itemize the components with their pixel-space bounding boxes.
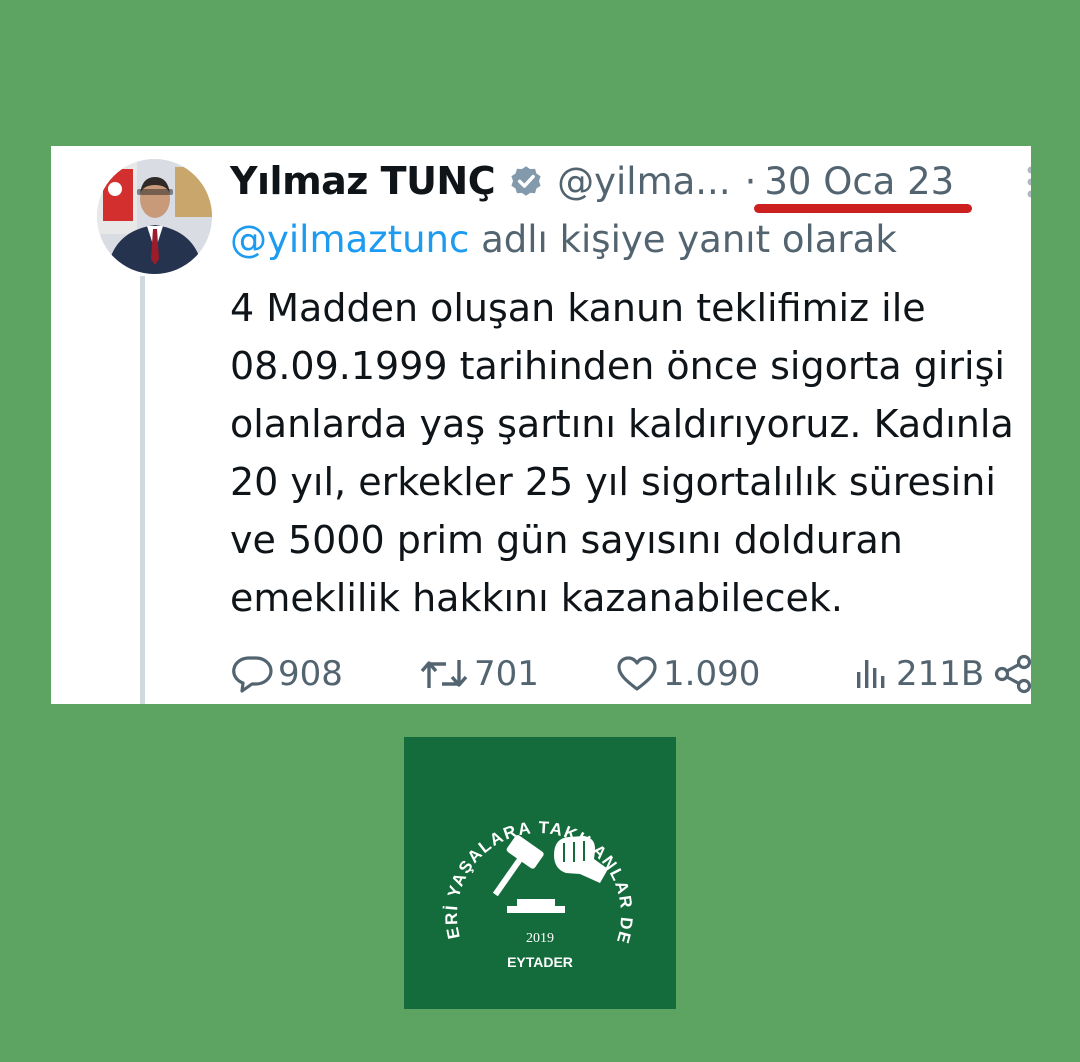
date-highlight-underline bbox=[754, 204, 972, 213]
views-icon bbox=[852, 654, 892, 694]
avatar[interactable] bbox=[97, 159, 212, 274]
like-count: 1.090 bbox=[663, 654, 761, 694]
views-button[interactable]: 211B bbox=[852, 648, 984, 700]
tweet-text-line: ve 5000 prim gün sayısını dolduran bbox=[230, 518, 903, 562]
reply-button[interactable]: 908 bbox=[230, 648, 343, 700]
tweet-text: 4 Madden oluşan kanun teklifimiz ile 08.… bbox=[230, 279, 1031, 627]
tweet-text-line: olanlarda yaş şartını kaldırıyoruz. Kadı… bbox=[230, 402, 1014, 446]
tweet-text-line: 20 yıl, erkekler 25 yıl sigortalılık sür… bbox=[230, 460, 996, 504]
tweet-text-line: emeklilik hakkını kazanabilecek. bbox=[230, 576, 843, 620]
share-button[interactable] bbox=[992, 648, 1031, 700]
thread-line bbox=[140, 276, 145, 704]
author-handle[interactable]: @yilma... bbox=[557, 160, 730, 203]
tweet-actions: 908 701 1.090 211B bbox=[230, 648, 1031, 700]
tweet-date[interactable]: 30 Oca 23 bbox=[764, 160, 954, 203]
like-button[interactable]: 1.090 bbox=[615, 648, 760, 700]
retweet-count: 701 bbox=[474, 654, 539, 694]
reply-mention-link[interactable]: @yilmaztunc bbox=[230, 218, 469, 261]
retweet-button[interactable]: 701 bbox=[418, 648, 539, 700]
views-count: 211B bbox=[896, 654, 985, 694]
retweet-icon bbox=[418, 654, 470, 694]
reply-context: @yilmaztunc adlı kişiye yanıt olarak bbox=[230, 218, 897, 261]
date-separator: · bbox=[744, 159, 757, 203]
tweet-text-line: 4 Madden oluşan kanun teklifimiz ile bbox=[230, 286, 926, 330]
reply-count: 908 bbox=[278, 654, 343, 694]
author-name[interactable]: Yılmaz TUNÇ bbox=[230, 159, 496, 203]
verified-badge-icon bbox=[507, 162, 545, 200]
logo-year: 2019 bbox=[526, 931, 554, 946]
reply-icon bbox=[230, 654, 274, 694]
heart-icon bbox=[615, 654, 659, 694]
more-options-icon[interactable] bbox=[1026, 166, 1031, 202]
share-icon bbox=[992, 653, 1031, 695]
tweet-card[interactable]: Yılmaz TUNÇ @yilma... · 30 Oca 23 @yilma… bbox=[51, 146, 1031, 704]
tweet-text-line: 08.09.1999 tarihinden önce sigorta giriş… bbox=[230, 344, 1005, 388]
logo-abbreviation: EYTADER bbox=[507, 954, 573, 970]
eytader-logo: EMEKLERİ YAŞALARA TAKILANLAR DERNEĞİ 201… bbox=[396, 722, 676, 1009]
reply-context-text: adlı kişiye yanıt olarak bbox=[469, 218, 897, 261]
tweet-header: Yılmaz TUNÇ @yilma... · 30 Oca 23 bbox=[230, 156, 1031, 206]
